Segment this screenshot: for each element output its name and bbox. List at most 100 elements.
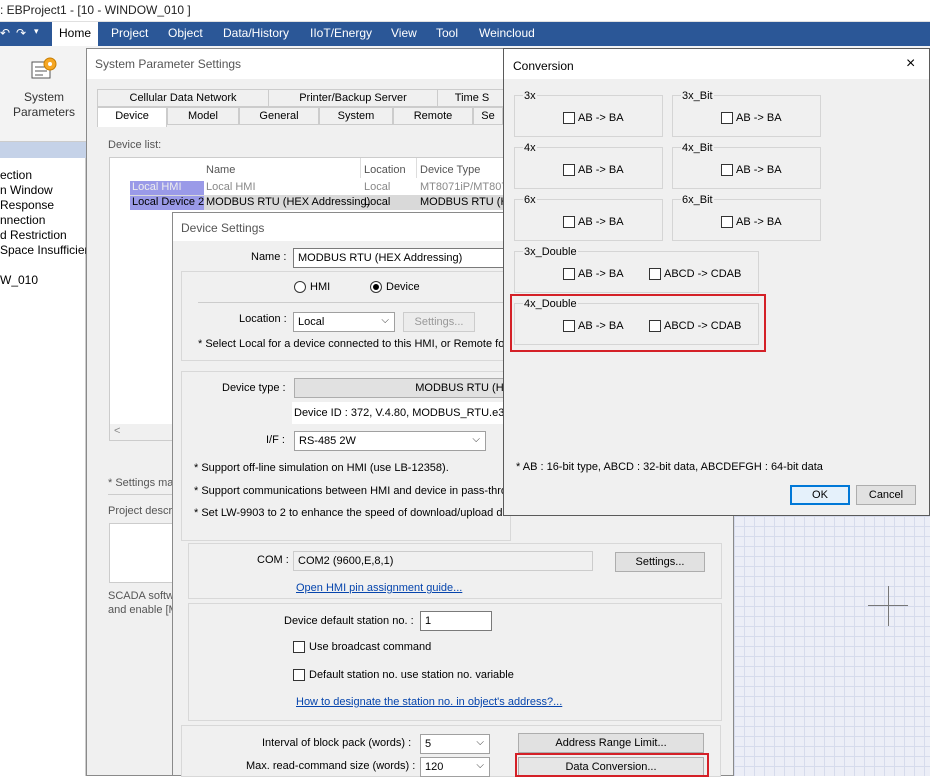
window-title: : EBProject1 - [10 - WINDOW_010 ] (0, 3, 191, 17)
checkbox-3x-double-ab-ba[interactable] (563, 268, 575, 280)
tree-item[interactable]: d Restriction (0, 228, 67, 242)
note-pass-through: * Support communications between HMI and… (194, 485, 514, 497)
system-parameters-button[interactable]: System Parameters (8, 50, 80, 120)
tab-time[interactable]: Time S (437, 89, 507, 107)
table-row[interactable]: Local HMI Local HMI Local MT8071iP/MT807 (110, 180, 510, 195)
checkbox-3x-bit-ab-ba[interactable] (721, 112, 733, 124)
tab-iiot-energy[interactable]: IIoT/Energy (310, 26, 372, 40)
cancel-button[interactable]: Cancel (856, 485, 916, 505)
tab-device[interactable]: Device (97, 107, 167, 127)
tree-item[interactable]: W_010 (0, 273, 38, 287)
tab-model[interactable]: Model (167, 107, 239, 125)
column-header-device-type[interactable]: Device Type (420, 164, 480, 176)
column-header-location[interactable]: Location (364, 164, 406, 176)
read-size-value: 120 (425, 761, 444, 773)
device-type-field[interactable]: MODBUS RTU (HE (294, 378, 512, 398)
group-label: 3x_Double (523, 246, 578, 258)
address-range-limit-button[interactable]: Address Range Limit... (518, 733, 704, 753)
tab-printer-backup[interactable]: Printer/Backup Server (268, 89, 438, 107)
chevron-down-icon: ⌵ (476, 737, 484, 748)
system-parameters-icon (30, 56, 58, 82)
station-variable-checkbox[interactable] (293, 669, 305, 681)
location-note: * Select Local for a device connected to… (198, 338, 508, 350)
ok-button[interactable]: OK (790, 485, 850, 505)
row-location: Local (364, 196, 391, 208)
tab-cellular[interactable]: Cellular Data Network (97, 89, 269, 107)
device-id: Device ID : 372, V.4.80, MODBUS_RTU.e30 (294, 407, 511, 419)
com-settings-button[interactable]: Settings... (615, 552, 705, 572)
group-3x-bit: 3x_Bit AB -> BA (672, 90, 821, 137)
column-header-name[interactable]: Name (206, 164, 235, 176)
station-group: Device default station no. : 1 Use broad… (188, 603, 722, 721)
chevron-down-icon: ⌵ (476, 760, 484, 771)
station-input[interactable]: 1 (420, 611, 492, 631)
checkbox-label: AB -> BA (578, 216, 624, 228)
if-select[interactable]: RS-485 2W ⌵ (294, 431, 486, 451)
station-label: Device default station no. : (284, 615, 414, 627)
tree-item[interactable]: Response (0, 198, 54, 212)
tab-weincloud[interactable]: Weincloud (479, 26, 535, 40)
name-input[interactable]: MODBUS RTU (HEX Addressing) (293, 248, 513, 268)
com-field[interactable]: COM2 (9600,E,8,1) (293, 551, 593, 571)
checkbox-6x-bit-ab-ba[interactable] (721, 216, 733, 228)
tab-project[interactable]: Project (111, 26, 148, 40)
checkbox-6x-ab-ba[interactable] (563, 216, 575, 228)
dialog-title: Conversion (504, 49, 929, 79)
device-type-group: Device type : MODBUS RTU (HE Device ID :… (181, 371, 514, 541)
tree-item[interactable]: Space Insufficier (0, 243, 89, 257)
pin-assignment-guide-link[interactable]: Open HMI pin assignment guide... (296, 582, 462, 594)
radio-device[interactable] (370, 281, 382, 293)
tree-item[interactable]: ection (0, 168, 32, 182)
conversion-footnote: * AB : 16-bit type, ABCD : 32-bit data, … (516, 461, 823, 473)
broadcast-checkbox[interactable] (293, 641, 305, 653)
tab-view[interactable]: View (391, 26, 417, 40)
tab-security[interactable]: Se (473, 107, 503, 125)
scroll-left-icon[interactable]: < (114, 425, 120, 437)
group-4x: 4x AB -> BA (514, 142, 663, 189)
tab-general[interactable]: General (239, 107, 319, 125)
project-description-field[interactable] (109, 523, 179, 583)
group-6x-bit: 6x_Bit AB -> BA (672, 194, 821, 241)
tab-tool[interactable]: Tool (436, 26, 458, 40)
station-variable-label: Default station no. use station no. vari… (309, 669, 514, 681)
table-row-selected[interactable]: Local Device 2 MODBUS RTU (HEX Addressin… (130, 195, 516, 210)
conversion-dialog: Conversion × 3x AB -> BA 3x_Bit AB -> BA… (503, 48, 930, 516)
group-3x: 3x AB -> BA (514, 90, 663, 137)
quick-access-menu-icon[interactable]: ▾ (34, 26, 39, 37)
if-value: RS-485 2W (299, 435, 356, 447)
checkbox-4x-ab-ba[interactable] (563, 164, 575, 176)
tree-item[interactable]: nnection (0, 213, 45, 227)
block-pack-select[interactable]: 5 ⌵ (420, 734, 490, 754)
redo-icon[interactable]: ↷ (16, 26, 26, 40)
checkbox-label: AB -> BA (736, 112, 782, 124)
tab-remote[interactable]: Remote (393, 107, 473, 125)
read-size-select[interactable]: 120 ⌵ (420, 757, 490, 777)
checkbox-3x-double-abcd-cdab[interactable] (649, 268, 661, 280)
close-icon[interactable]: × (906, 55, 915, 73)
tab-system[interactable]: System (319, 107, 393, 125)
group-4x-bit: 4x_Bit AB -> BA (672, 142, 821, 189)
group-label: 4x (523, 142, 537, 154)
block-pack-label: Interval of block pack (words) : (262, 737, 412, 749)
station-address-help-link[interactable]: How to designate the station no. in obje… (296, 696, 562, 708)
tab-data-history[interactable]: Data/History (223, 26, 289, 40)
location-settings-button[interactable]: Settings... (403, 312, 475, 332)
group-label: 3x (523, 90, 537, 102)
undo-icon[interactable]: ↶ (0, 26, 10, 40)
broadcast-label: Use broadcast command (309, 641, 432, 653)
row-type: MT8071iP/MT807 (420, 181, 508, 193)
radio-hmi[interactable] (294, 281, 306, 293)
crosshair-line (868, 605, 908, 606)
tree-item[interactable]: n Window (0, 183, 53, 197)
location-select[interactable]: Local ⌵ (293, 312, 395, 332)
4x-double-highlight (510, 294, 766, 352)
tab-home[interactable]: Home (52, 22, 98, 46)
editor-canvas[interactable] (734, 516, 930, 776)
checkbox-label: AB -> BA (578, 268, 624, 280)
checkbox-4x-bit-ab-ba[interactable] (721, 164, 733, 176)
checkbox-3x-ab-ba[interactable] (563, 112, 575, 124)
group-label: 6x_Bit (681, 194, 714, 206)
row-name: Local HMI (206, 181, 256, 193)
tab-object[interactable]: Object (168, 26, 203, 40)
radio-device-label: Device (386, 281, 420, 293)
